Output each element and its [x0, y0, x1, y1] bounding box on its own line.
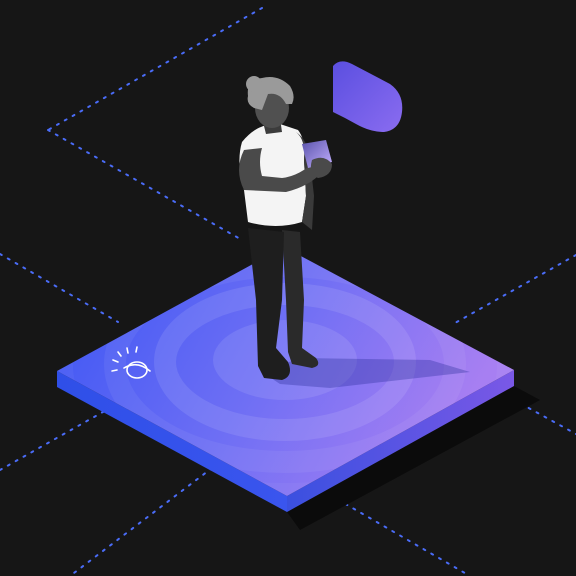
grid-line	[47, 7, 263, 131]
grid-line	[0, 253, 119, 323]
grid-line	[69, 467, 213, 576]
speech-bubble-icon	[333, 61, 403, 132]
grid-line	[454, 254, 576, 324]
grid-line	[329, 494, 471, 576]
grid-line	[47, 129, 243, 241]
ray	[135, 346, 138, 353]
hair-bun	[246, 76, 262, 92]
grid-line	[0, 407, 111, 471]
ray	[126, 347, 129, 354]
ray	[111, 369, 118, 372]
isometric-illustration	[0, 7, 576, 576]
